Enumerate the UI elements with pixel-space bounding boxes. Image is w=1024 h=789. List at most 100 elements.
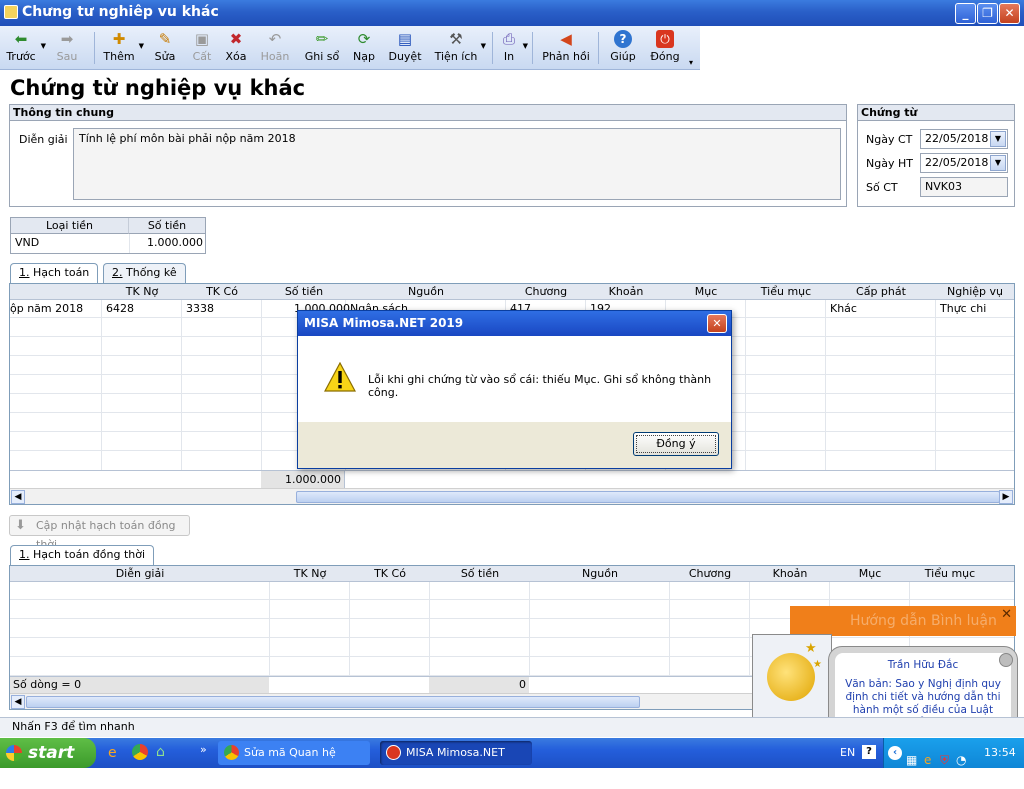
utilities-button[interactable]: ⚒ Tiện ích ▼ (434, 28, 486, 68)
app-launcher-icon[interactable]: ⌂ (156, 744, 165, 760)
scroll-left-icon[interactable]: ◀ (11, 695, 25, 709)
shield-icon[interactable]: ⛨ (940, 745, 949, 775)
approve-button[interactable]: ▤ Duyệt (388, 28, 422, 68)
print-button[interactable]: ⎙ In ▼ (498, 28, 528, 68)
save-button[interactable]: ▣ Cất (188, 28, 216, 68)
chevron-right-icon[interactable]: » (200, 743, 207, 756)
delete-button[interactable]: ✖ Xóa (222, 28, 250, 68)
col-desc: Diễn giải (115, 567, 165, 580)
row-tk-co: 3338 (186, 302, 214, 315)
dialog-close-button[interactable]: ✕ (707, 314, 727, 333)
document-icon: ▤ (397, 30, 413, 48)
dialog-body: Lỗi khi ghi chứng từ vào sổ cái: thiếu M… (298, 336, 731, 422)
task-chrome[interactable]: Sửa mã Quan hệ ngâ... (218, 741, 370, 783)
close-form-button[interactable]: ⏻ Đóng (648, 28, 682, 68)
col-tk-no: TK Nợ (293, 567, 327, 580)
edit-icon: ✎ (158, 30, 172, 48)
voucher-header: Chứng từ (858, 105, 1014, 121)
scroll-right-icon[interactable]: ▶ (999, 490, 1013, 504)
warning-icon (324, 362, 356, 392)
add-button[interactable]: ✚ Thêm ▼ (102, 28, 144, 68)
currency-type-cell[interactable]: VND (15, 236, 39, 249)
date-ht-picker[interactable]: 22/05/2018 ▼ (920, 153, 1008, 173)
table-row[interactable] (10, 582, 1014, 600)
taskbar: start e ⌂ » Sửa mã Quan hệ ngâ... MISA M… (0, 738, 1024, 783)
add-document-icon: ✚ (112, 30, 126, 48)
postpone-button[interactable]: ↶ Hoãn (258, 28, 292, 68)
feedback-button[interactable]: ◀ Phản hồi (542, 28, 590, 68)
col-tieu-muc: Tiểu mục (924, 567, 976, 580)
total-amount: 0 (429, 677, 529, 693)
star-icon: ★ (813, 659, 822, 670)
row-cap-phat: Khác (830, 302, 857, 315)
date-ct-picker[interactable]: 22/05/2018 ▼ (920, 129, 1008, 149)
help-button[interactable]: ? Giúp (608, 28, 638, 68)
col-tieu-muc: Tiểu mục (760, 285, 812, 298)
close-icon[interactable] (999, 653, 1013, 667)
close-window-button[interactable]: ✕ (999, 3, 1020, 24)
promo-banner[interactable]: Hướng dẫn Bình luận ✕ (790, 606, 1016, 636)
description-label: Diễn giải (19, 133, 68, 146)
language-indicator[interactable]: EN (840, 746, 855, 759)
post-ledger-button[interactable]: ✏ Ghi sổ (302, 28, 342, 68)
clock[interactable]: 13:54 (984, 738, 1016, 768)
pen-icon: ✏ (315, 30, 329, 48)
toolbar-overflow-icon[interactable]: ▾ (689, 58, 693, 67)
ie-tray-icon[interactable]: e (924, 745, 931, 775)
minimize-button[interactable]: _ (955, 3, 976, 24)
restore-button[interactable]: ❐ (977, 3, 998, 24)
edit-button[interactable]: ✎ Sửa (150, 28, 180, 68)
ok-button[interactable]: Đồng ý (633, 432, 719, 456)
currency-type-header: Loại tiền (11, 218, 129, 234)
scroll-thumb[interactable] (296, 491, 1000, 503)
down-arrow-icon: ⬇ (15, 518, 26, 533)
forward-arrow-icon: ➡ (60, 30, 74, 48)
start-button[interactable]: start (0, 738, 96, 768)
update-concurrent-button[interactable]: ⬇ Cập nhật hạch toán đồng thời (9, 515, 190, 551)
title-bar: Chưng tư nghiêp vu khác _ ❐ ✕ (0, 0, 1024, 26)
promo-banner-text: Hướng dẫn Bình luận (850, 613, 997, 629)
grid-header: Diễn giải TK Nợ TK Có Số tiền Nguồn Chươ… (10, 566, 1014, 582)
load-button[interactable]: ⟳ Nạp (350, 28, 378, 68)
chevron-down-icon[interactable]: ▼ (990, 155, 1006, 171)
tab-hach-toan-dong-thoi[interactable]: 1. Hạch toán đồng thời (10, 545, 155, 565)
misa-icon (386, 745, 401, 760)
chevron-down-icon[interactable]: ▼ (990, 131, 1006, 147)
col-chuong: Chương (688, 567, 732, 580)
help-icon[interactable]: ? (862, 745, 876, 759)
col-tk-co: TK Có (374, 567, 406, 580)
tab-thong-ke[interactable]: 2. Thống kê (103, 263, 186, 283)
tab-hach-toan[interactable]: 1. Hạch toán (10, 263, 99, 283)
col-tk-co: TK Có (206, 285, 238, 298)
date-ct-label: Ngày CT (866, 133, 913, 146)
so-ct-label: Số CT (866, 181, 898, 194)
close-icon[interactable]: ✕ (1001, 607, 1012, 622)
moon-icon (767, 653, 815, 701)
ie-icon[interactable]: e (108, 745, 117, 761)
col-khoan: Khoản (608, 285, 644, 298)
dialog-message: Lỗi khi ghi chứng từ vào sổ cái: thiếu M… (368, 373, 712, 399)
next-button[interactable]: ➡ Sau (50, 28, 84, 68)
printer-icon: ⎙ (502, 30, 515, 48)
notification-avatar: ★ ★ (752, 634, 832, 720)
general-info-group: Thông tin chung Diễn giải Tính lệ phí mô… (9, 104, 847, 207)
currency-amount-cell[interactable]: 1.000.000 (147, 236, 203, 249)
scroll-left-icon[interactable]: ◀ (11, 490, 25, 504)
task-misa[interactable]: MISA Mimosa.NET 20... (380, 741, 532, 783)
network-icon[interactable]: ▦ (906, 745, 917, 775)
so-ct-field[interactable]: NVK03 (920, 177, 1008, 197)
col-source: Nguồn (408, 285, 444, 298)
help-icon: ? (614, 30, 632, 48)
scroll-thumb[interactable] (26, 696, 640, 708)
toolbar: ⬅ Trước ▼ ➡ Sau ✚ Thêm ▼ ✎ Sửa ▣ Cất ✖ Xóa ↶ Hoãn… (0, 26, 700, 70)
volume-icon[interactable]: ◔ (956, 745, 966, 775)
grid-total-row: 1.000.000 (10, 470, 1014, 488)
toolbar-empty-area (700, 26, 1024, 70)
horizontal-scrollbar[interactable]: ◀ ▶ (10, 488, 1014, 504)
chrome-icon[interactable] (132, 744, 148, 760)
tray-expand-icon[interactable]: ‹ (888, 746, 902, 760)
prev-button[interactable]: ⬅ Trước ▼ (4, 28, 46, 68)
error-dialog: MISA Mimosa.NET 2019 ✕ Lỗi khi ghi chứng… (297, 310, 732, 469)
description-field[interactable]: Tính lệ phí môn bài phải nộp năm 2018 (73, 128, 841, 200)
separator (492, 32, 493, 64)
